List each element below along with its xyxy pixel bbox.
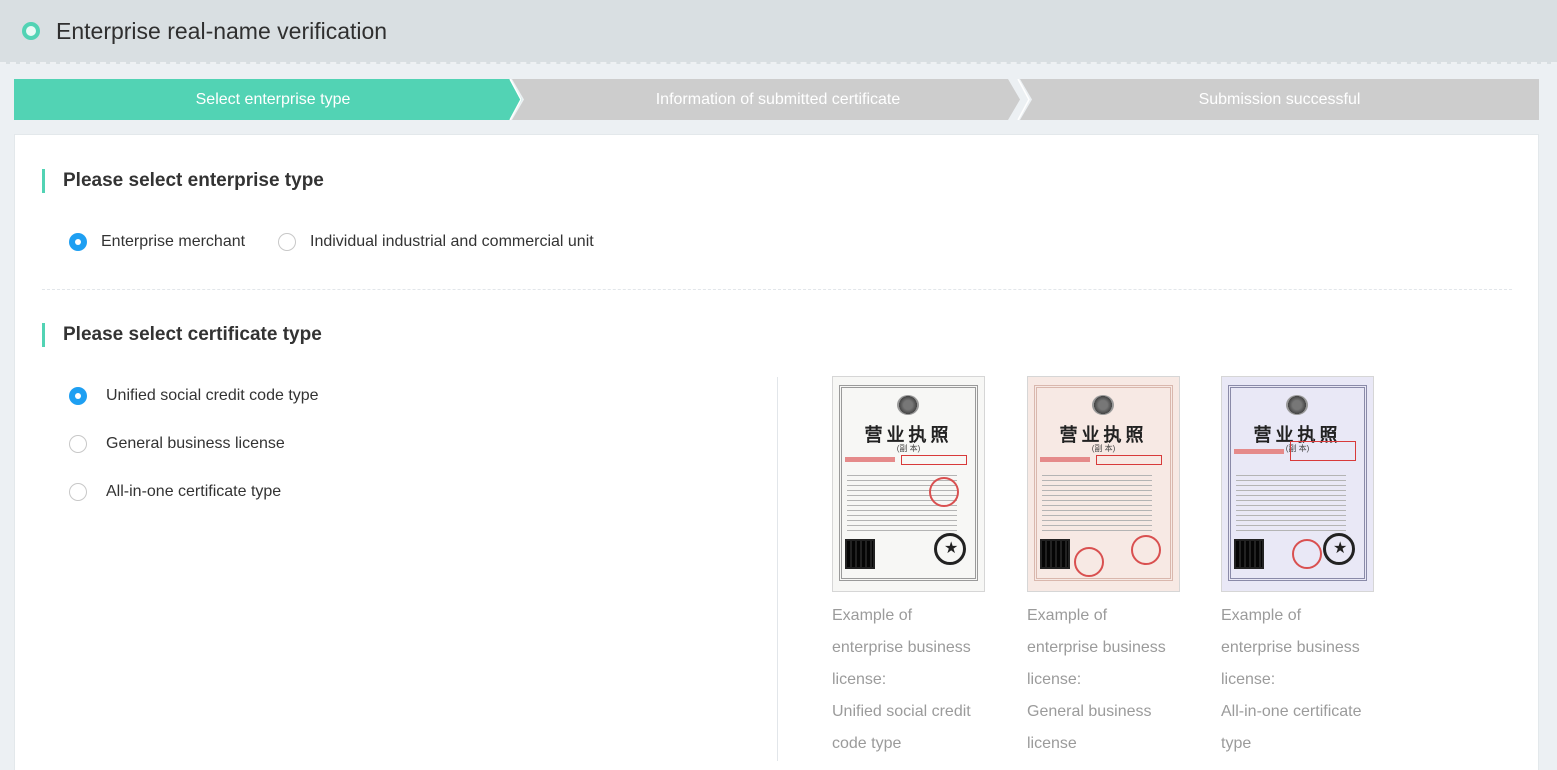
step-label: Submission successful xyxy=(1198,91,1361,108)
license-subtitle: (副 本) xyxy=(896,444,921,453)
certificate-type-heading: Please select certificate type xyxy=(42,323,322,347)
national-emblem-icon xyxy=(897,395,919,415)
radio-unselected-icon[interactable] xyxy=(69,435,87,453)
radio-all-in-one[interactable]: All-in-one certificate type xyxy=(69,483,281,501)
status-dot-icon xyxy=(22,22,40,40)
chevron-right-icon xyxy=(1017,79,1030,120)
radio-enterprise-merchant[interactable]: Enterprise merchant xyxy=(69,233,245,251)
radio-unselected-icon[interactable] xyxy=(278,233,296,251)
red-seal-icon xyxy=(1292,539,1322,569)
qr-code-icon xyxy=(1234,539,1264,569)
qr-code-icon xyxy=(845,539,875,569)
step-submission-successful: Submission successful xyxy=(1020,79,1539,120)
vertical-divider xyxy=(777,377,778,761)
radio-label: Individual industrial and commercial uni… xyxy=(310,233,594,250)
step-select-enterprise-type: Select enterprise type xyxy=(14,79,522,120)
verification-form-panel: Please select enterprise type Enterprise… xyxy=(14,134,1539,770)
step-submitted-certificate: Information of submitted certificate xyxy=(512,79,1020,120)
license-subtitle: (副 本) xyxy=(1091,444,1116,453)
black-seal-icon xyxy=(1323,533,1355,565)
national-emblem-icon xyxy=(1092,395,1114,415)
example-general-business-license: 营业执照 (副 本) Example of enterprise busines… xyxy=(1027,376,1180,760)
radio-label: Unified social credit code type xyxy=(106,387,319,404)
red-seal-icon xyxy=(929,477,959,507)
qr-code-icon xyxy=(1040,539,1070,569)
step-progress: Select enterprise type Information of su… xyxy=(14,79,1539,120)
radio-general-business-license[interactable]: General business license xyxy=(69,435,285,453)
enterprise-type-heading: Please select enterprise type xyxy=(42,169,324,193)
example-caption: Example of enterprise business license: … xyxy=(1027,607,1166,752)
radio-label: General business license xyxy=(106,435,285,452)
radio-unselected-icon[interactable] xyxy=(69,483,87,501)
example-caption: Example of enterprise business license: … xyxy=(832,607,971,752)
red-seal-icon xyxy=(1131,535,1161,565)
radio-label: Enterprise merchant xyxy=(101,233,246,250)
radio-selected-icon[interactable] xyxy=(69,233,87,251)
chevron-right-icon xyxy=(509,79,522,120)
national-emblem-icon xyxy=(1286,395,1308,415)
page-header: Enterprise real-name verification xyxy=(0,0,1557,64)
radio-label: All-in-one certificate type xyxy=(106,483,282,500)
step-label: Select enterprise type xyxy=(195,91,351,108)
example-all-in-one: 营业执照 (副 本) Example of enterprise busines… xyxy=(1221,376,1374,760)
example-caption: Example of enterprise business license: … xyxy=(1221,607,1362,752)
license-example-image: 营业执照 (副 本) xyxy=(1221,376,1374,592)
radio-individual-unit[interactable]: Individual industrial and commercial uni… xyxy=(278,233,594,251)
black-seal-icon xyxy=(934,533,966,565)
red-seal-icon xyxy=(1074,547,1104,577)
page-title: Enterprise real-name verification xyxy=(56,18,388,44)
radio-unified-social-credit[interactable]: Unified social credit code type xyxy=(69,387,319,405)
license-example-image: 营业执照 (副 本) xyxy=(832,376,985,592)
step-label: Information of submitted certificate xyxy=(655,91,901,108)
section-divider xyxy=(42,289,1512,290)
radio-selected-icon[interactable] xyxy=(69,387,87,405)
example-unified-social-credit: 营业执照 (副 本) Example of enterprise busines… xyxy=(832,376,985,760)
license-example-image: 营业执照 (副 本) xyxy=(1027,376,1180,592)
